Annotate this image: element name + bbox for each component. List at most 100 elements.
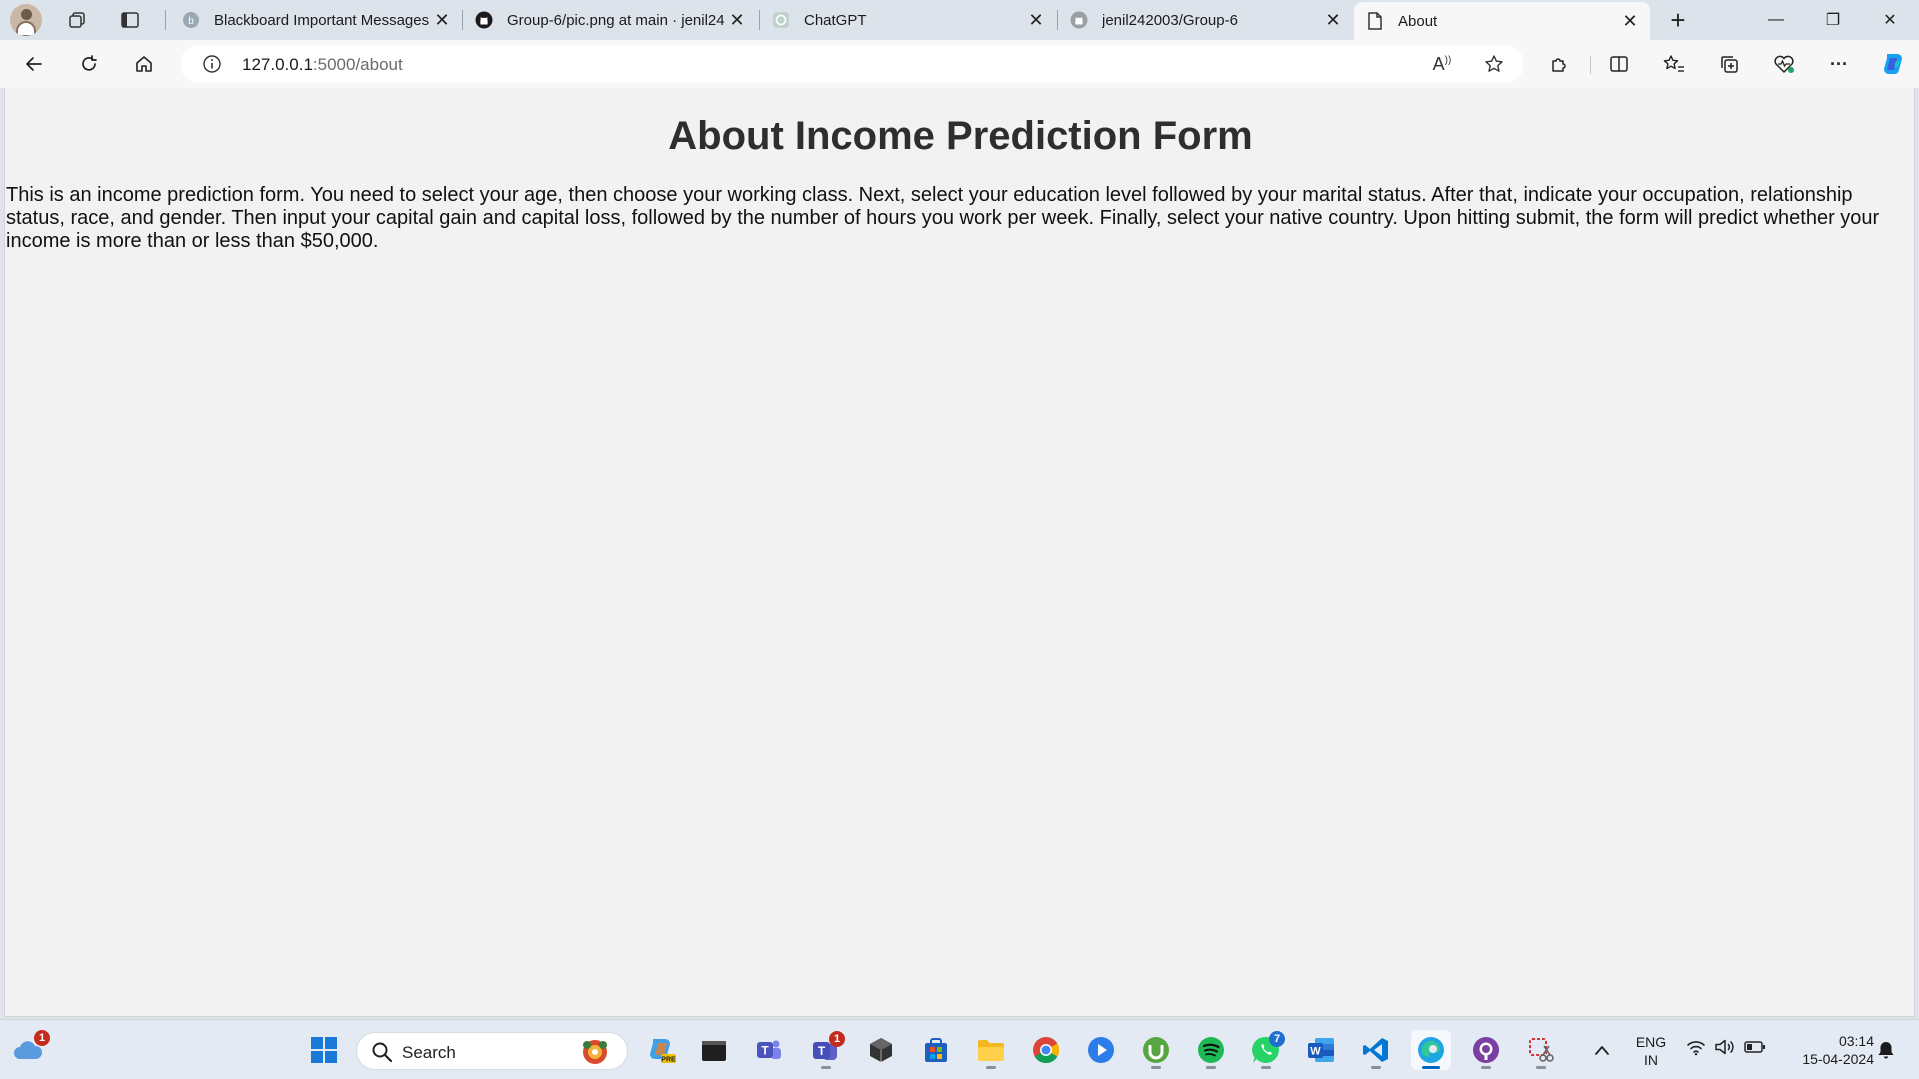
tab-github-repo[interactable]: jenil242003/Group-6 ✕ (1058, 4, 1353, 36)
address-bar[interactable]: 127.0.0.1:5000/about A)) (180, 45, 1524, 83)
terminal-window-icon (702, 1041, 726, 1061)
language-code: ENG (1635, 1034, 1667, 1050)
read-aloud-icon[interactable]: A)) (1424, 46, 1460, 82)
running-indicator (1151, 1066, 1161, 1069)
chrome-app[interactable] (1026, 1030, 1066, 1070)
tab-close-icon[interactable]: ✕ (727, 10, 747, 30)
whatsapp-badge: 7 (1269, 1031, 1285, 1047)
volume-icon (1715, 1039, 1734, 1055)
snipping-tool-icon (1529, 1038, 1554, 1062)
running-indicator (1481, 1066, 1491, 1069)
notifications-button[interactable] (1866, 1030, 1906, 1070)
github-icon (475, 11, 493, 29)
github-icon (1070, 11, 1088, 29)
whatsapp-app[interactable]: 7 (1246, 1030, 1286, 1070)
url-text[interactable]: 127.0.0.1:5000/about (242, 55, 403, 75)
minimize-button[interactable]: — (1748, 0, 1804, 40)
tab-chatgpt[interactable]: ChatGPT ✕ (760, 4, 1056, 36)
close-window-button[interactable]: ✕ (1862, 0, 1918, 40)
tab-github-pic[interactable]: Group-6/pic.png at main · jenil24 ✕ (463, 4, 757, 36)
browser-essentials-button[interactable] (1766, 46, 1802, 82)
copilot-icon (1884, 54, 1902, 74)
avatar-body (16, 21, 36, 36)
svg-text:PRE: PRE (661, 1057, 676, 1064)
collections-icon (1721, 56, 1738, 73)
utorrent-app[interactable] (1136, 1030, 1176, 1070)
tab-close-icon[interactable]: ✕ (1026, 10, 1046, 30)
copilot-button[interactable] (1875, 46, 1911, 82)
svg-text:W: W (1310, 1046, 1321, 1058)
github-desktop-icon (1473, 1037, 1499, 1063)
vscode-app[interactable] (1356, 1030, 1396, 1070)
site-info-icon[interactable] (202, 54, 222, 79)
chevron-up-icon (1595, 1046, 1609, 1055)
running-indicator (821, 1066, 831, 1069)
search-icon (371, 1041, 393, 1068)
file-explorer-dark-app[interactable] (694, 1030, 734, 1070)
workspaces-icon[interactable] (60, 4, 94, 36)
windows-taskbar: 1 Search PRE T T 1 7 W ENG IN 03:14 15-0… (0, 1019, 1919, 1079)
toolbar-divider (1590, 56, 1591, 74)
back-button[interactable] (16, 46, 52, 82)
maximize-button[interactable]: ❐ (1805, 0, 1861, 40)
tab-label: About (1398, 12, 1438, 30)
chatgpt-icon (772, 11, 790, 29)
refresh-button[interactable] (71, 46, 107, 82)
profile-avatar[interactable] (10, 4, 42, 36)
svg-text:b: b (188, 16, 194, 27)
tab-about[interactable]: About ✕ (1354, 2, 1650, 40)
home-button[interactable] (126, 46, 162, 82)
copilot-pre-app[interactable]: PRE (641, 1030, 681, 1070)
favorite-star-icon[interactable] (1476, 46, 1512, 82)
snipping-tool-app[interactable] (1521, 1030, 1561, 1070)
github-desktop-app[interactable] (1466, 1030, 1506, 1070)
spotify-app[interactable] (1191, 1030, 1231, 1070)
folder-icon (978, 1040, 1004, 1061)
chrome-icon (1033, 1037, 1060, 1064)
read-aloud-glyph: A (1432, 53, 1445, 74)
extensions-button[interactable] (1541, 46, 1577, 82)
tab-separator (165, 10, 166, 30)
unity-app[interactable] (861, 1030, 901, 1070)
tab-label: Group-6/pic.png at main · jenil24 (507, 11, 725, 29)
tab-close-icon[interactable]: ✕ (1620, 11, 1640, 31)
start-button[interactable] (304, 1030, 344, 1070)
favorites-button[interactable] (1656, 46, 1692, 82)
tab-close-icon[interactable]: ✕ (1323, 10, 1343, 30)
teams-classic-app[interactable]: T (749, 1030, 789, 1070)
taskbar-search[interactable]: Search (356, 1032, 628, 1070)
weather-widget[interactable]: 1 (8, 1030, 50, 1070)
wifi-icon (1687, 1041, 1705, 1056)
read-aloud-marks: )) (1444, 54, 1452, 66)
browser-toolbar: 127.0.0.1:5000/about A)) ··· (0, 40, 1919, 88)
favorites-star-list-icon (1663, 55, 1684, 72)
battery-icon (1744, 1041, 1765, 1053)
running-indicator (1261, 1066, 1271, 1069)
tab-blackboard[interactable]: b Blackboard Important Messages ✕ (170, 4, 462, 36)
word-icon: W (1308, 1038, 1334, 1062)
new-tab-button[interactable]: + (1650, 0, 1706, 40)
media-player-app[interactable] (1081, 1030, 1121, 1070)
language-indicator[interactable]: ENG IN (1626, 1033, 1676, 1069)
tab-label: jenil242003/Group-6 (1102, 11, 1238, 29)
settings-more-button[interactable]: ··· (1821, 46, 1857, 82)
tab-close-icon[interactable]: ✕ (432, 10, 452, 30)
copilot-pre-icon: PRE (650, 1039, 676, 1064)
clock[interactable]: 03:14 15-04-2024 (1784, 1032, 1874, 1068)
vscode-icon (1363, 1038, 1388, 1062)
heart-pulse-icon (1774, 55, 1794, 73)
search-label: Search (402, 1043, 456, 1062)
weather-badge: 1 (34, 1030, 50, 1046)
word-app[interactable]: W (1301, 1030, 1341, 1070)
store-bag-icon (925, 1038, 947, 1062)
edge-app[interactable] (1411, 1030, 1451, 1070)
split-screen-button[interactable] (1601, 46, 1637, 82)
vertical-tabs-icon[interactable] (113, 4, 147, 36)
file-explorer-app[interactable] (971, 1030, 1011, 1070)
collections-button[interactable] (1711, 46, 1747, 82)
quick-settings-button[interactable] (1686, 1038, 1766, 1056)
avatar-head (21, 9, 32, 20)
teams-app[interactable]: T 1 (806, 1030, 846, 1070)
show-hidden-icons-button[interactable] (1582, 1030, 1622, 1070)
microsoft-store-app[interactable] (916, 1030, 956, 1070)
